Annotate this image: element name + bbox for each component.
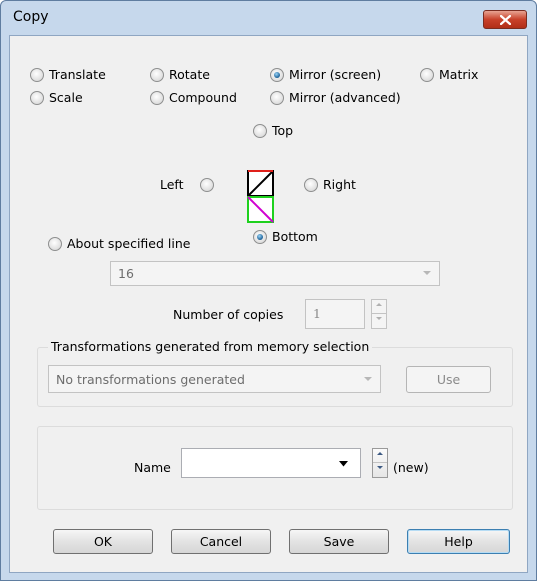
radio-about-line[interactable]	[48, 237, 62, 251]
copies-increment[interactable]	[372, 300, 386, 314]
radio-top[interactable]	[253, 124, 267, 138]
radio-top-label: Top	[272, 123, 294, 138]
radio-translate-label: Translate	[49, 67, 106, 82]
save-button[interactable]: Save	[289, 529, 389, 554]
radio-right[interactable]	[304, 178, 318, 192]
radio-left[interactable]	[200, 178, 214, 192]
name-select[interactable]	[181, 448, 361, 478]
chevron-down-icon	[423, 271, 431, 275]
radio-bottom-label: Bottom	[272, 229, 318, 244]
name-label: Name	[134, 460, 171, 475]
radio-compound-label: Compound	[169, 90, 237, 105]
ok-button[interactable]: OK	[53, 529, 153, 554]
radio-scale-label: Scale	[49, 90, 83, 105]
transformations-select[interactable]: No transformations generated	[48, 365, 381, 393]
line-select-value: 16	[118, 266, 134, 281]
title-bar: Copy	[1, 1, 536, 35]
use-button[interactable]: Use	[406, 366, 491, 393]
name-previous[interactable]	[373, 463, 387, 477]
radio-left-label: Left	[160, 177, 184, 192]
close-icon	[500, 15, 511, 25]
name-next[interactable]	[373, 449, 387, 463]
radio-matrix-label: Matrix	[439, 67, 479, 82]
window-title: Copy	[13, 9, 49, 25]
copies-label: Number of copies	[173, 307, 284, 322]
chevron-down-icon	[364, 377, 372, 381]
copies-spinner[interactable]	[371, 299, 387, 329]
dialog-window: Copy Translate Rotate Mirror (screen) Ma…	[0, 0, 537, 581]
transformations-group: Transformations generated from memory se…	[37, 339, 513, 407]
radio-about-line-label: About specified line	[67, 236, 191, 251]
radio-bottom[interactable]	[253, 230, 267, 244]
radio-scale[interactable]	[30, 91, 44, 105]
name-spinner[interactable]	[372, 448, 388, 478]
line-select[interactable]: 16	[110, 261, 440, 286]
radio-mirror-screen[interactable]	[270, 68, 284, 82]
dropdown-arrow-icon	[339, 461, 348, 467]
name-group: Name (new)	[37, 426, 513, 510]
copies-decrement[interactable]	[372, 314, 386, 328]
transformations-group-title: Transformations generated from memory se…	[48, 339, 373, 354]
dialog-body: Translate Rotate Mirror (screen) Matrix …	[9, 35, 528, 573]
radio-right-label: Right	[323, 177, 356, 192]
radio-mirror-advanced-label: Mirror (advanced)	[289, 90, 401, 105]
radio-rotate-label: Rotate	[169, 67, 210, 82]
name-status: (new)	[393, 460, 429, 475]
mirror-diagram-icon	[247, 170, 274, 223]
arrow-up-icon	[377, 452, 383, 455]
radio-mirror-screen-label: Mirror (screen)	[289, 67, 382, 82]
close-button[interactable]	[483, 10, 527, 29]
transformations-select-value: No transformations generated	[56, 372, 245, 387]
radio-matrix[interactable]	[420, 68, 434, 82]
radio-mirror-advanced[interactable]	[270, 91, 284, 105]
copies-input[interactable]: 1	[305, 299, 365, 329]
arrow-up-icon	[376, 303, 382, 306]
radio-rotate[interactable]	[150, 68, 164, 82]
radio-translate[interactable]	[30, 68, 44, 82]
radio-compound[interactable]	[150, 91, 164, 105]
copies-value: 1	[313, 306, 321, 321]
cancel-button[interactable]: Cancel	[171, 529, 271, 554]
arrow-down-icon	[376, 317, 382, 320]
arrow-down-icon	[377, 466, 383, 469]
help-button[interactable]: Help	[407, 529, 510, 554]
